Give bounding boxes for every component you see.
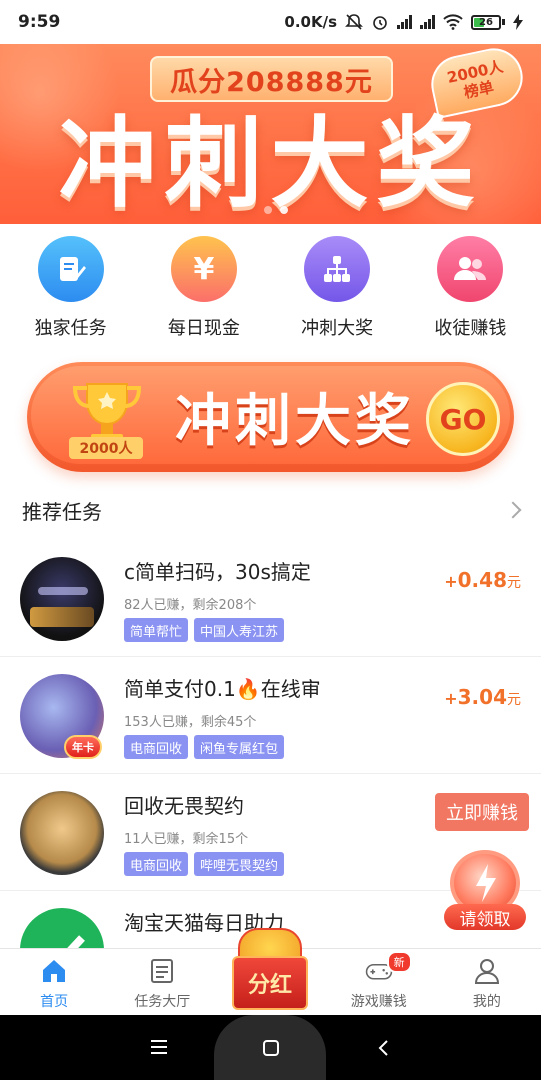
task-tag: 闲鱼专属红包: [194, 735, 285, 759]
list-icon: [148, 957, 176, 985]
dividend-button[interactable]: 分红: [228, 928, 312, 1014]
signal-icon-2: [420, 15, 435, 29]
home-icon: [40, 957, 68, 985]
task-tag: 哔哩无畏契约: [194, 852, 285, 876]
task-meta: 82人已赚，剩余208个: [124, 598, 257, 613]
earn-now-button[interactable]: 立即赚钱: [435, 793, 529, 831]
status-icons: 0.0K/s 26: [284, 13, 523, 31]
nav-game-earn[interactable]: 新 游戏赚钱: [325, 949, 433, 1015]
promo-banner[interactable]: 瓜分208888元 2000人 榜单 冲刺大奖: [0, 44, 541, 224]
status-time: 9:59: [18, 12, 61, 32]
task-tags: 电商回收 哔哩无畏契约: [124, 852, 285, 876]
task-meta: 11人已赚，剩余15个: [124, 832, 249, 847]
banner-pagination: [264, 206, 288, 214]
task-tag: 电商回收: [124, 735, 189, 759]
battery-level: 26: [479, 16, 493, 28]
charging-icon: [513, 14, 523, 30]
nav-label: 我的: [472, 994, 501, 1010]
reward-unit: 元: [507, 692, 521, 708]
dividend-label: 分红: [232, 956, 308, 1010]
task-tag: 简单帮忙: [124, 618, 189, 642]
reward-unit: 元: [507, 575, 521, 591]
task-thumbnail: [20, 557, 104, 641]
annual-card-badge: 年卡: [64, 735, 102, 759]
home-square-icon[interactable]: [262, 1039, 280, 1057]
bell-muted-icon: [345, 14, 363, 30]
task-row[interactable]: 年卡 简单支付0.1🔥在线审 153人已赚，剩余45个 电商回收 闲鱼专属红包 …: [0, 657, 541, 774]
new-badge: 新: [386, 951, 412, 973]
task-thumbnail: [20, 791, 104, 875]
task-title: c简单扫码，30s搞定: [124, 560, 311, 584]
task-tag: 中国人寿江苏: [194, 618, 285, 642]
nav-label: 首页: [40, 994, 69, 1010]
claim-button[interactable]: 请领取: [444, 848, 526, 930]
category-label: 收徒赚钱: [434, 318, 507, 339]
reward-value: 0.48: [457, 568, 507, 592]
task-tags: 电商回收 闲鱼专属红包: [124, 735, 285, 759]
task-title: 简单支付0.1🔥在线审: [124, 677, 321, 701]
document-edit-icon: [37, 236, 104, 302]
alarm-icon: [373, 16, 387, 30]
nav-label: 游戏赚钱: [350, 994, 407, 1010]
section-title: 推荐任务: [22, 499, 102, 524]
app-root: 9:59 0.0K/s 26 瓜分208888元 2000人 榜单 冲刺大奖 独…: [0, 0, 541, 1080]
category-recruit-earn[interactable]: 收徒赚钱: [410, 236, 530, 346]
category-grid: 独家任务 ¥ 每日现金 冲刺大奖 收徒赚钱: [0, 236, 541, 346]
banner-dot-active[interactable]: [280, 206, 288, 214]
go-button[interactable]: GO: [426, 382, 500, 456]
category-label: 独家任务: [34, 318, 107, 339]
users-icon: [437, 236, 504, 302]
cta-title: 冲刺大奖: [175, 389, 415, 454]
banner-dot[interactable]: [264, 206, 272, 214]
task-tag: 电商回收: [124, 852, 189, 876]
sprint-prize-cta[interactable]: 2000人 冲刺大奖 GO: [27, 362, 514, 472]
wifi-icon: [443, 14, 463, 30]
nav-label: 任务大厅: [134, 994, 191, 1010]
trophy-label: 2000人: [69, 437, 143, 459]
task-row[interactable]: c简单扫码，30s搞定 82人已赚，剩余208个 简单帮忙 中国人寿江苏 +0.…: [0, 540, 541, 657]
reward-plus: +: [444, 572, 458, 591]
status-bar: 9:59 0.0K/s 26: [0, 0, 541, 44]
task-title: 回收无畏契约: [124, 794, 244, 818]
battery-icon: 26: [471, 14, 505, 30]
reward-plus: +: [444, 689, 458, 708]
category-label: 冲刺大奖: [301, 318, 374, 339]
nav-home[interactable]: 首页: [0, 949, 108, 1015]
task-tags: 简单帮忙 中国人寿江苏: [124, 618, 285, 642]
nav-mine[interactable]: 我的: [433, 949, 541, 1015]
claim-label: 请领取: [444, 904, 526, 930]
net-speed: 0.0K/s: [284, 13, 337, 31]
recommended-tasks-header[interactable]: 推荐任务: [0, 486, 541, 534]
category-daily-cash[interactable]: ¥ 每日现金: [144, 236, 264, 346]
category-sprint-prize[interactable]: 冲刺大奖: [277, 236, 397, 346]
nav-task-hall[interactable]: 任务大厅: [108, 949, 216, 1015]
system-nav-bar: [0, 1015, 541, 1080]
flowchart-icon: [304, 236, 371, 302]
prize-pill: 瓜分208888元: [150, 56, 393, 102]
category-exclusive-tasks[interactable]: 独家任务: [11, 236, 131, 346]
user-icon: [473, 957, 501, 985]
task-reward: +0.48元: [444, 568, 521, 592]
menu-icon[interactable]: [150, 1039, 168, 1055]
signal-icon: [397, 15, 412, 29]
task-meta: 153人已赚，剩余45个: [124, 715, 257, 730]
reward-value: 3.04: [457, 685, 507, 709]
chevron-right-icon[interactable]: [504, 501, 522, 519]
category-label: 每日现金: [167, 318, 240, 339]
yen-icon: ¥: [170, 236, 237, 302]
back-icon[interactable]: [376, 1039, 390, 1057]
task-reward: +3.04元: [444, 685, 521, 709]
